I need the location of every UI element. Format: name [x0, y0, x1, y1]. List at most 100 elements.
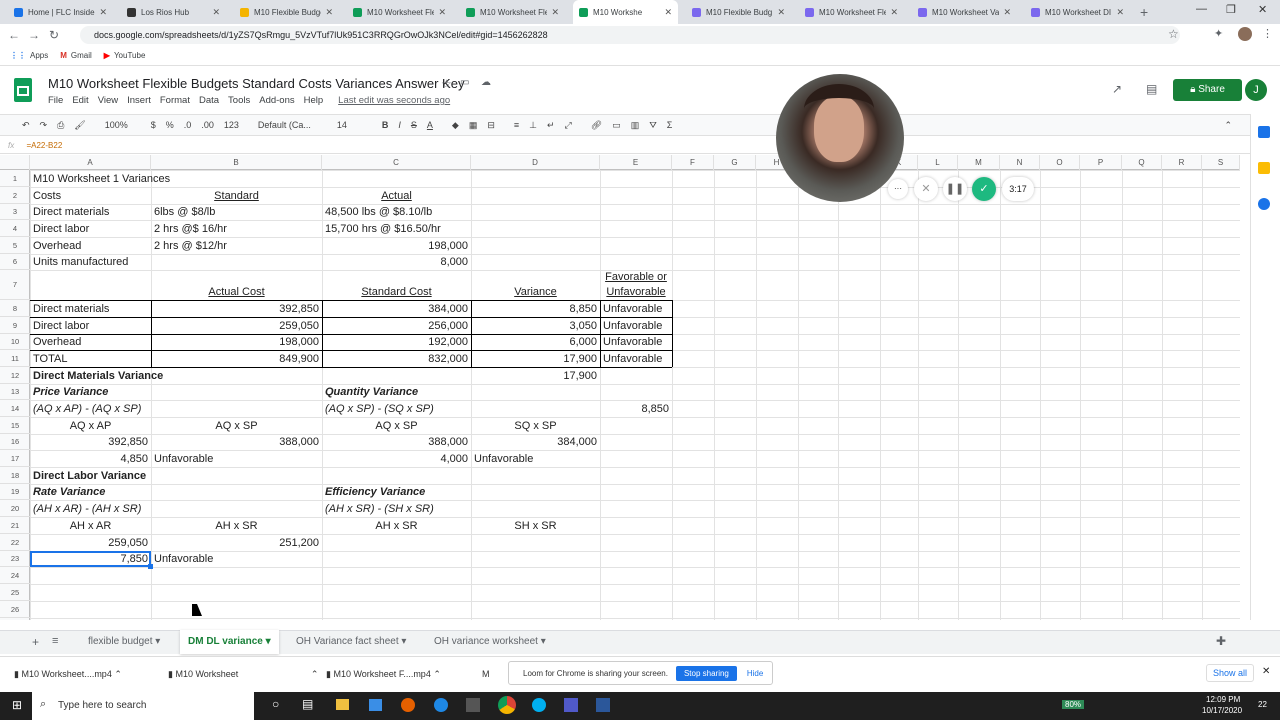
cell-b23[interactable]: Unfavorable — [154, 551, 319, 567]
borders-icon[interactable]: ▦ — [469, 120, 478, 131]
cell-c19[interactable]: Efficiency Variance — [325, 484, 468, 500]
row-header[interactable]: 16 — [0, 434, 30, 450]
new-tab-button[interactable]: + — [1140, 4, 1148, 20]
star-doc-icon[interactable]: ☆ — [441, 77, 452, 91]
cell-b5[interactable]: 2 hrs @ $12/hr — [154, 238, 319, 254]
strikethrough-button[interactable]: S — [411, 120, 417, 130]
menu-file[interactable]: File — [48, 95, 63, 106]
fill-handle[interactable] — [148, 564, 153, 569]
comments-icon[interactable]: ▤ — [1146, 82, 1157, 96]
cell-a16[interactable]: 392,850 — [33, 434, 148, 450]
activity-trend-icon[interactable]: ↗ — [1112, 82, 1122, 96]
cell-c17[interactable]: 4,000 — [325, 451, 468, 467]
column-header-m[interactable]: M — [958, 155, 1000, 170]
select-all-corner[interactable] — [0, 155, 30, 170]
row-header[interactable]: 19 — [0, 484, 30, 500]
teams-calendar-icon[interactable] — [466, 698, 480, 712]
notifications-icon[interactable]: 22 — [1258, 700, 1267, 709]
cell-b15[interactable]: AQ x SP — [154, 418, 319, 434]
cell-b3[interactable]: 6lbs @ $8/lb — [154, 204, 319, 220]
sheet-tab-oh-variance-fact-sheet[interactable]: OH Variance fact sheet ▾ — [288, 630, 414, 654]
maximize-button[interactable]: ❐ — [1226, 3, 1236, 16]
text-color-button[interactable]: A — [427, 120, 433, 130]
edge-icon[interactable] — [434, 698, 448, 712]
tab-close-icon[interactable]: ✕ — [1003, 7, 1011, 18]
sheet-tab-dm-dl-variance[interactable]: DM DL variance ▾ — [180, 630, 279, 654]
font-size-select[interactable]: 14 — [337, 120, 363, 130]
kebab-menu-icon[interactable]: ⋮ — [1262, 27, 1273, 40]
browser-tab[interactable]: M10 Workshe ✕ — [573, 0, 678, 24]
close-downloads-icon[interactable]: ✕ — [1262, 666, 1270, 677]
browser-tab[interactable]: M10 Worksheet Fle ✕ — [460, 0, 565, 24]
move-folder-icon[interactable]: ▭ — [460, 77, 469, 88]
row-header[interactable]: 12 — [0, 367, 30, 384]
cell-a4[interactable]: Direct labor — [33, 221, 148, 237]
row-header[interactable]: 10 — [0, 334, 30, 350]
all-sheets-button[interactable]: ≡ — [52, 635, 58, 647]
row-header[interactable]: 20 — [0, 500, 30, 517]
cell-a14[interactable]: (AQ x AP) - (AQ x SP) — [33, 401, 148, 417]
cell-c11[interactable]: 832,000 — [325, 351, 468, 367]
formula-content[interactable]: =A22-B22 — [26, 141, 62, 150]
cell-d7[interactable]: Variance — [474, 284, 597, 300]
minimize-button[interactable]: — — [1196, 3, 1207, 15]
filter-icon[interactable]: ⛛ — [649, 120, 657, 131]
browser-tab[interactable]: M10 Flexible Budge ✕ — [234, 0, 339, 24]
row-header[interactable]: 22 — [0, 534, 30, 551]
calendar-icon[interactable] — [1258, 126, 1270, 138]
cell-c6[interactable]: 8,000 — [325, 254, 468, 270]
add-sheet-button[interactable]: + — [32, 635, 39, 649]
column-header-s[interactable]: S — [1202, 155, 1240, 170]
bold-button[interactable]: B — [382, 120, 389, 130]
loom-more-button[interactable]: ··· — [888, 179, 908, 199]
forward-icon[interactable]: → — [24, 28, 44, 42]
download-item[interactable]: ▮ M10 Worksheet....mp4 ⌃ — [14, 656, 122, 692]
column-header-l[interactable]: L — [918, 155, 958, 170]
column-header-f[interactable]: F — [672, 155, 714, 170]
cell-b2[interactable]: Standard — [154, 188, 319, 204]
browser-tab[interactable]: M10 Flexible Budg ✕ — [686, 0, 791, 24]
cell-a9[interactable]: Direct labor — [33, 318, 148, 334]
store-icon[interactable] — [369, 699, 382, 711]
row-header[interactable]: 25 — [0, 584, 30, 601]
row-header[interactable]: 4 — [0, 220, 30, 237]
download-item[interactable]: ▮ M10 Worksheet ⌃ — [168, 656, 318, 692]
column-header-o[interactable]: O — [1040, 155, 1080, 170]
tab-close-icon[interactable]: ✕ — [890, 7, 898, 18]
row-header[interactable]: 5 — [0, 237, 30, 254]
cell-d10[interactable]: 6,000 — [474, 334, 597, 350]
row-header[interactable]: 1 — [0, 170, 30, 187]
menu-format[interactable]: Format — [160, 95, 190, 106]
row-header[interactable]: 15 — [0, 417, 30, 434]
cell-d8[interactable]: 8,850 — [474, 301, 597, 317]
cell-a20[interactable]: (AH x AR) - (AH x SR) — [33, 501, 148, 517]
cell-b21[interactable]: AH x SR — [154, 518, 319, 534]
cell-c2[interactable]: Actual — [325, 188, 468, 204]
cell-b16[interactable]: 388,000 — [154, 434, 319, 450]
column-header-c[interactable]: C — [322, 155, 471, 170]
hide-banner-button[interactable]: Hide — [747, 669, 763, 678]
column-header-p[interactable]: P — [1080, 155, 1122, 170]
cell-a10[interactable]: Overhead — [33, 334, 148, 350]
browser-tab[interactable]: Los Rios Hub ✕ — [121, 0, 226, 24]
column-header-a[interactable]: A — [30, 155, 151, 170]
cell-e7-line[interactable]: Favorable or — [600, 270, 672, 286]
row-header[interactable]: 18 — [0, 467, 30, 484]
cell-d11[interactable]: 17,900 — [474, 351, 597, 367]
cell-d9[interactable]: 3,050 — [474, 318, 597, 334]
tab-close-icon[interactable]: ✕ — [551, 7, 559, 18]
cell-d17[interactable]: Unfavorable — [474, 451, 597, 467]
currency-format-button[interactable]: $ — [151, 120, 156, 130]
reload-icon[interactable]: ↻ — [44, 28, 64, 42]
file-explorer-icon[interactable] — [336, 699, 349, 710]
stop-sharing-button[interactable]: Stop sharing — [675, 665, 737, 681]
cell-a1[interactable]: M10 Worksheet 1 Variances — [33, 171, 170, 187]
cell-a21[interactable]: AH x AR — [33, 518, 148, 534]
cell-c13[interactable]: Quantity Variance — [325, 384, 468, 400]
browser-tab[interactable]: M10 Worksheet Fle ✕ — [347, 0, 452, 24]
menu-view[interactable]: View — [98, 95, 118, 106]
row-header[interactable]: 13 — [0, 384, 30, 400]
account-avatar[interactable]: J — [1245, 79, 1267, 101]
tab-close-icon[interactable]: ✕ — [325, 7, 333, 18]
share-button[interactable]: 🔒︎ Share — [1173, 79, 1242, 101]
